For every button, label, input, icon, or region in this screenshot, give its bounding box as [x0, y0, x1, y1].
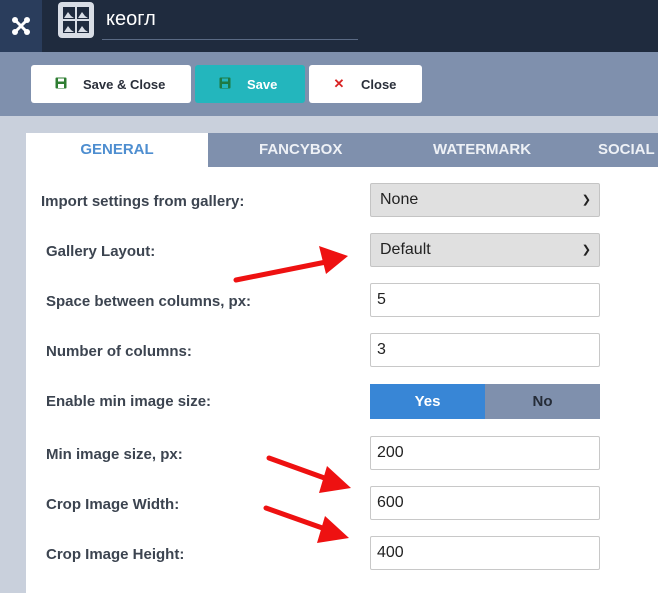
crop-image-height-input[interactable]: 400 — [370, 536, 600, 570]
toggle-no-button[interactable]: No — [485, 384, 600, 419]
import-settings-select[interactable]: None ❯ — [370, 183, 600, 217]
toolbar: Save & Close Save ✕ Close — [0, 52, 658, 116]
tab-fancybox[interactable]: FANCYBOX — [259, 133, 342, 167]
space-between-columns-input[interactable]: 5 — [370, 283, 600, 317]
close-button[interactable]: ✕ Close — [309, 65, 422, 103]
import-settings-label: Import settings from gallery: — [41, 193, 245, 210]
gallery-icon — [58, 2, 94, 38]
number-of-columns-label: Number of columns: — [46, 343, 192, 360]
tab-watermark[interactable]: WATERMARK — [433, 133, 531, 167]
chevron-down-icon: ❯ — [581, 244, 591, 256]
tab-bar: GENERAL FANCYBOX WATERMARK SOCIAL — [26, 133, 658, 167]
chevron-down-icon: ❯ — [581, 194, 591, 206]
save-button[interactable]: Save — [195, 65, 305, 103]
import-settings-value: None — [380, 191, 419, 208]
joomla-logo-icon[interactable] — [0, 0, 42, 52]
gallery-layout-select[interactable]: Default ❯ — [370, 233, 600, 267]
save-icon — [217, 77, 233, 92]
crop-image-width-label: Crop Image Width: — [46, 496, 180, 513]
enable-min-image-size-label: Enable min image size: — [46, 393, 212, 410]
title-input[interactable]: кеогл — [102, 6, 358, 40]
save-label: Save — [247, 76, 278, 92]
tab-social[interactable]: SOCIAL — [598, 133, 655, 167]
crop-image-height-label: Crop Image Height: — [46, 546, 185, 563]
gallery-layout-value: Default — [380, 241, 431, 258]
close-label: Close — [361, 76, 397, 92]
enable-min-image-size-toggle: Yes No — [370, 384, 600, 419]
space-between-columns-label: Space between columns, px: — [46, 293, 252, 310]
toggle-yes-button[interactable]: Yes — [370, 384, 485, 419]
crop-image-width-input[interactable]: 600 — [370, 486, 600, 520]
number-of-columns-input[interactable]: 3 — [370, 333, 600, 367]
gallery-layout-label: Gallery Layout: — [46, 243, 156, 260]
save-close-label: Save & Close — [83, 76, 166, 92]
min-image-size-label: Min image size, px: — [46, 446, 183, 463]
save-close-button[interactable]: Save & Close — [31, 65, 191, 103]
save-icon — [53, 77, 69, 92]
tab-general[interactable]: GENERAL — [26, 133, 208, 167]
top-header: кеогл — [0, 0, 658, 52]
min-image-size-input[interactable]: 200 — [370, 436, 600, 470]
close-icon: ✕ — [333, 76, 345, 91]
